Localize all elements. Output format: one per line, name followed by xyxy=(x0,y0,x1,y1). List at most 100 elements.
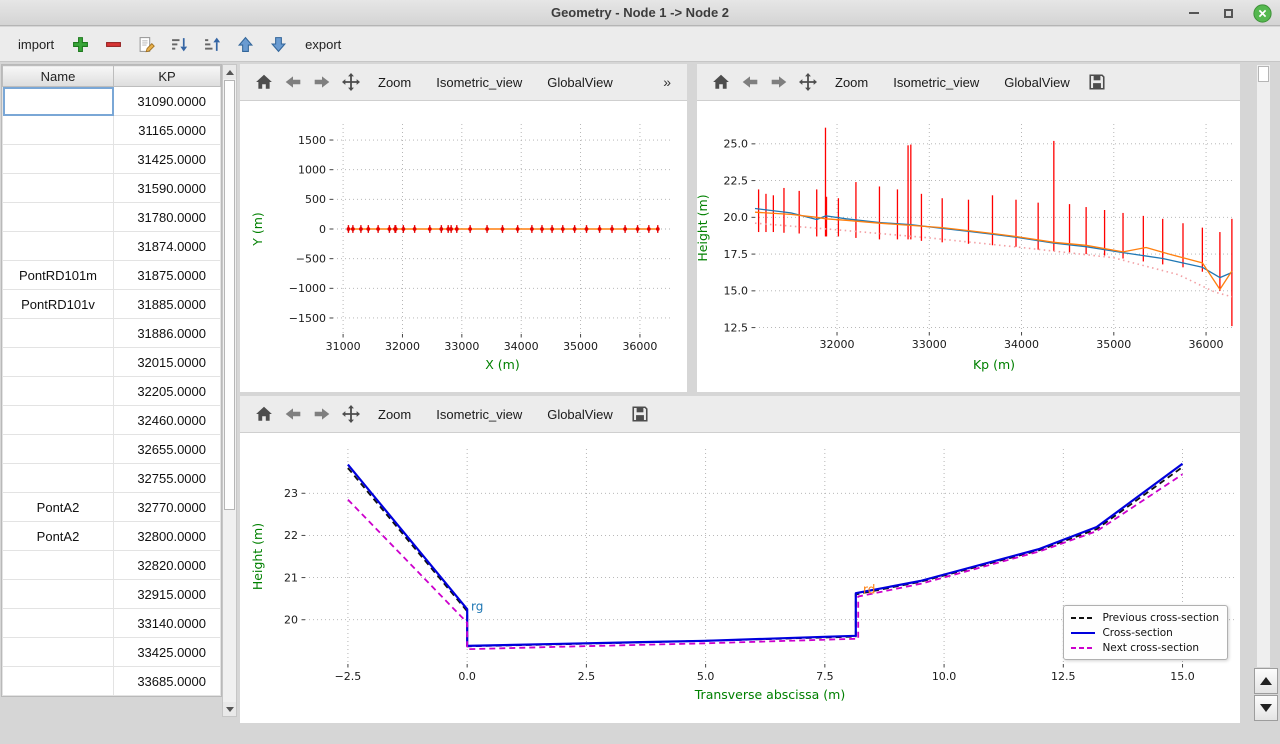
table-row[interactable]: PontA232800.0000 xyxy=(3,522,221,551)
kp-cell[interactable]: 32755.0000 xyxy=(114,464,221,493)
right-scrollbar-thumb[interactable] xyxy=(1258,66,1269,82)
table-row[interactable]: 33425.0000 xyxy=(3,638,221,667)
name-cell[interactable] xyxy=(3,464,114,493)
isometric-view-button[interactable]: Isometric_view xyxy=(426,401,532,428)
kp-cell[interactable]: 31780.0000 xyxy=(114,203,221,232)
name-cell[interactable] xyxy=(3,580,114,609)
scroll-up-button[interactable] xyxy=(1254,668,1278,694)
forward-button[interactable] xyxy=(767,70,791,94)
sort-ascending-button[interactable] xyxy=(202,34,223,55)
kp-cell[interactable]: 32460.0000 xyxy=(114,406,221,435)
import-button[interactable]: import xyxy=(14,33,58,56)
pan-button[interactable] xyxy=(339,70,363,94)
table-scrollbar-thumb[interactable] xyxy=(224,80,235,510)
back-button[interactable] xyxy=(738,70,762,94)
isometric-view-button[interactable]: Isometric_view xyxy=(426,69,532,96)
kp-cell[interactable]: 31886.0000 xyxy=(114,319,221,348)
global-view-button[interactable]: GlobalView xyxy=(537,69,623,96)
zoom-button[interactable]: Zoom xyxy=(368,401,421,428)
zoom-button[interactable]: Zoom xyxy=(368,69,421,96)
scroll-down-button[interactable] xyxy=(1254,695,1278,721)
kp-cell[interactable]: 31090.0000 xyxy=(114,87,221,116)
global-view-button[interactable]: GlobalView xyxy=(994,69,1080,96)
table-row[interactable]: 32460.0000 xyxy=(3,406,221,435)
xy-canvas[interactable]: 310003200033000340003500036000−1500−1000… xyxy=(240,101,687,391)
toolbar-overflow-button[interactable]: » xyxy=(659,70,675,94)
table-row[interactable]: 32820.0000 xyxy=(3,551,221,580)
kp-cell[interactable]: 32770.0000 xyxy=(114,493,221,522)
titlebar[interactable]: Geometry - Node 1 -> Node 2 xyxy=(0,0,1280,26)
table-row[interactable]: PontRD101v31885.0000 xyxy=(3,290,221,319)
table-row[interactable]: PontA232770.0000 xyxy=(3,493,221,522)
forward-button[interactable] xyxy=(310,402,334,426)
kp-cell[interactable]: 31875.0000 xyxy=(114,261,221,290)
table-scroll-up-button[interactable] xyxy=(223,65,236,79)
forward-button[interactable] xyxy=(310,70,334,94)
table-row[interactable]: 32915.0000 xyxy=(3,580,221,609)
kp-cell[interactable]: 32015.0000 xyxy=(114,348,221,377)
kp-cell[interactable]: 31885.0000 xyxy=(114,290,221,319)
move-down-button[interactable] xyxy=(268,34,289,55)
remove-row-button[interactable] xyxy=(103,34,124,55)
name-cell[interactable] xyxy=(3,638,114,667)
home-button[interactable] xyxy=(252,402,276,426)
kp-cell[interactable]: 31425.0000 xyxy=(114,145,221,174)
table-scroll-down-button[interactable] xyxy=(223,702,236,716)
name-cell[interactable] xyxy=(3,87,114,116)
name-cell[interactable] xyxy=(3,435,114,464)
kp-cell[interactable]: 33140.0000 xyxy=(114,609,221,638)
name-cell[interactable] xyxy=(3,667,114,696)
back-button[interactable] xyxy=(281,70,305,94)
cross-canvas[interactable]: −2.50.02.55.07.510.012.515.020212223Tran… xyxy=(240,433,1240,722)
name-cell[interactable]: PontRD101v xyxy=(3,290,114,319)
cross-section-figure[interactable]: −2.50.02.55.07.510.012.515.020212223Tran… xyxy=(240,433,1240,722)
table-row[interactable]: 31886.0000 xyxy=(3,319,221,348)
kp-cell[interactable]: 31165.0000 xyxy=(114,116,221,145)
export-button[interactable]: export xyxy=(301,33,345,56)
name-cell[interactable] xyxy=(3,116,114,145)
pan-button[interactable] xyxy=(339,402,363,426)
name-cell[interactable] xyxy=(3,145,114,174)
pan-button[interactable] xyxy=(796,70,820,94)
kp-cell[interactable]: 33425.0000 xyxy=(114,638,221,667)
table-row[interactable]: 32015.0000 xyxy=(3,348,221,377)
add-row-button[interactable] xyxy=(70,34,91,55)
name-cell[interactable] xyxy=(3,319,114,348)
table-row[interactable]: 32205.0000 xyxy=(3,377,221,406)
kp-cell[interactable]: 33685.0000 xyxy=(114,667,221,696)
kp-cell[interactable]: 31874.0000 xyxy=(114,232,221,261)
home-button[interactable] xyxy=(709,70,733,94)
name-cell[interactable] xyxy=(3,377,114,406)
kp-cell[interactable]: 32655.0000 xyxy=(114,435,221,464)
table-row[interactable]: 31590.0000 xyxy=(3,174,221,203)
move-up-button[interactable] xyxy=(235,34,256,55)
sort-descending-button[interactable] xyxy=(169,34,190,55)
global-view-button[interactable]: GlobalView xyxy=(537,401,623,428)
table-row[interactable]: 31090.0000 xyxy=(3,87,221,116)
xy-figure[interactable]: 310003200033000340003500036000−1500−1000… xyxy=(240,101,687,391)
kp-cell[interactable]: 32915.0000 xyxy=(114,580,221,609)
isometric-view-button[interactable]: Isometric_view xyxy=(883,69,989,96)
save-button[interactable] xyxy=(628,402,652,426)
table-row[interactable]: 33140.0000 xyxy=(3,609,221,638)
name-cell[interactable] xyxy=(3,232,114,261)
home-button[interactable] xyxy=(252,70,276,94)
table-row[interactable]: 31874.0000 xyxy=(3,232,221,261)
kp-cell[interactable]: 32205.0000 xyxy=(114,377,221,406)
profile-figure[interactable]: 320003300034000350003600012.515.017.520.… xyxy=(697,101,1240,391)
table-row[interactable]: 32755.0000 xyxy=(3,464,221,493)
column-header-kp[interactable]: KP xyxy=(114,66,221,87)
edit-button[interactable] xyxy=(136,34,157,55)
table-scrollbar[interactable] xyxy=(222,64,237,717)
name-cell[interactable]: PontRD101m xyxy=(3,261,114,290)
kp-cell[interactable]: 31590.0000 xyxy=(114,174,221,203)
profile-canvas[interactable]: 320003300034000350003600012.515.017.520.… xyxy=(697,101,1240,391)
save-button[interactable] xyxy=(1085,70,1109,94)
table-row[interactable]: PontRD101m31875.0000 xyxy=(3,261,221,290)
table-row[interactable]: 32655.0000 xyxy=(3,435,221,464)
minimize-button[interactable] xyxy=(1184,3,1204,23)
column-header-name[interactable]: Name xyxy=(3,66,114,87)
table-row[interactable]: 33685.0000 xyxy=(3,667,221,696)
name-cell[interactable] xyxy=(3,406,114,435)
name-cell[interactable] xyxy=(3,348,114,377)
